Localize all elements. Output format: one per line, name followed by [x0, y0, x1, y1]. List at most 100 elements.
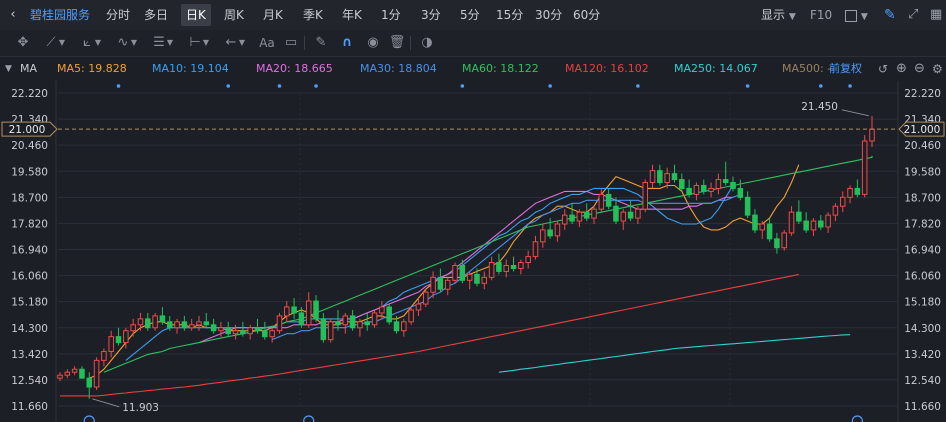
candle-body [196, 321, 202, 326]
y-tick-label-left: 11.660 [11, 401, 48, 413]
chevron-down-icon[interactable]: ▼ [238, 34, 246, 52]
dividend-marker[interactable] [851, 415, 863, 422]
chevron-left-icon[interactable]: ‹ [4, 6, 22, 24]
candle-body [466, 273, 473, 281]
candle-body [79, 368, 85, 379]
event-dot[interactable] [226, 84, 231, 88]
crosshair-icon[interactable]: ✥ [14, 34, 32, 52]
chevron-down-icon[interactable]: ▼ [94, 34, 102, 52]
trash-icon[interactable]: 🗑 [388, 34, 406, 52]
candle [101, 348, 107, 367]
candle-body [518, 262, 524, 269]
candle-body [298, 312, 305, 326]
event-dot[interactable] [818, 84, 823, 88]
candle-body [327, 321, 334, 341]
current-price-label-left: 21.000 [9, 124, 46, 136]
candle-body [123, 330, 129, 344]
tab-period-4[interactable]: 月K [263, 0, 283, 30]
tab-period-9[interactable]: 5分 [460, 0, 480, 30]
tab-period-11[interactable]: 30分 [535, 0, 562, 30]
candle-body [422, 291, 429, 305]
event-dot[interactable] [636, 84, 640, 88]
candle-body [430, 276, 436, 293]
grid-layout-icon[interactable]: ▦ [930, 0, 942, 30]
event-dot[interactable] [548, 84, 552, 88]
candle-body [379, 306, 385, 314]
candle [349, 309, 356, 331]
tab-period-2[interactable]: 日K [181, 4, 211, 26]
candle-body [554, 223, 561, 237]
undo-icon[interactable]: ↺ [878, 57, 888, 81]
tab-period-7[interactable]: 1分 [381, 0, 401, 30]
collapse-icon[interactable]: ▼ [5, 57, 12, 81]
candle-body [166, 321, 173, 329]
candle-body [679, 179, 685, 189]
candle [752, 209, 758, 233]
candle [605, 188, 612, 210]
y-tick-label-right: 17.820 [904, 218, 941, 230]
toggle-icon[interactable]: ◑ [418, 34, 436, 52]
tab-period-10[interactable]: 15分 [496, 0, 523, 30]
chevron-down-icon[interactable]: ▼ [166, 34, 174, 52]
candle-body [313, 300, 319, 320]
zoom-out-icon[interactable]: ⊖ [914, 57, 925, 81]
event-dot[interactable] [277, 84, 282, 88]
dividend-marker[interactable] [83, 415, 95, 422]
draw-pen-icon[interactable]: ✎ [884, 0, 896, 30]
text-tool-icon[interactable]: Aa [256, 34, 278, 52]
tab-period-0[interactable]: 分时 [106, 0, 130, 30]
chevron-down-icon[interactable]: ▼ [202, 34, 210, 52]
adjust-mode-label[interactable]: 前复权 [829, 57, 862, 81]
event-dot[interactable] [116, 84, 121, 88]
tab-period-1[interactable]: 多日 [144, 0, 168, 30]
candle-body [598, 193, 605, 210]
event-dot[interactable] [460, 84, 465, 88]
candle-body [774, 238, 780, 249]
candle-body [715, 179, 722, 189]
f10-button[interactable]: F10 [810, 0, 832, 30]
candle-body [613, 205, 619, 222]
eye-icon[interactable]: ◉ [364, 34, 382, 52]
expand-icon[interactable]: ⤢ [908, 0, 918, 30]
checkbox-dropdown[interactable]: ▼ [845, 0, 868, 30]
kline-chart[interactable]: 22.220 22.22021.340 21.34020.460 20.46019.5… [0, 81, 946, 422]
candle-body [86, 377, 93, 388]
tab-period-6[interactable]: 年K [342, 0, 362, 30]
tab-period-3[interactable]: 周K [224, 0, 244, 30]
candle [554, 221, 561, 242]
candle [181, 315, 188, 331]
y-tick-label-left: 16.940 [11, 245, 48, 257]
current-price-tag-right: 21.000 [898, 121, 945, 137]
candle [627, 200, 634, 222]
tab-period-8[interactable]: 3分 [421, 0, 441, 30]
candle-body [627, 211, 634, 219]
y-tick-label-left: 18.700 [11, 192, 48, 204]
zoom-in-icon[interactable]: ⊕ [896, 57, 907, 81]
candle-body [57, 374, 63, 379]
candle-body [401, 321, 407, 332]
tab-period-12[interactable]: 60分 [573, 0, 600, 30]
candle [825, 212, 831, 233]
candle [437, 268, 444, 293]
dividend-marker[interactable] [303, 415, 315, 422]
y-tick-label-right: 19.580 [904, 166, 941, 178]
candle [518, 259, 524, 275]
event-dot[interactable] [314, 84, 318, 88]
event-dot[interactable] [848, 84, 852, 88]
tab-period-5[interactable]: 季K [303, 0, 323, 30]
candle-body [474, 273, 480, 284]
candle [635, 206, 641, 225]
chevron-down-icon[interactable]: ▼ [130, 34, 138, 52]
comment-tool-icon[interactable]: ▭ [282, 34, 300, 52]
event-dot[interactable] [745, 84, 750, 88]
candle-body [181, 321, 188, 329]
chevron-down-icon[interactable]: ▼ [58, 34, 66, 52]
magnet-icon[interactable]: ∩ [338, 34, 356, 52]
candle-body [781, 232, 787, 249]
candle [561, 209, 568, 230]
ma-line-ma120 [60, 273, 799, 397]
pen-icon[interactable]: ✎ [312, 34, 330, 52]
display-dropdown[interactable]: 显示 ▼ [761, 0, 796, 30]
candle [547, 218, 553, 239]
settings-icon[interactable]: ⚙ [932, 57, 943, 81]
